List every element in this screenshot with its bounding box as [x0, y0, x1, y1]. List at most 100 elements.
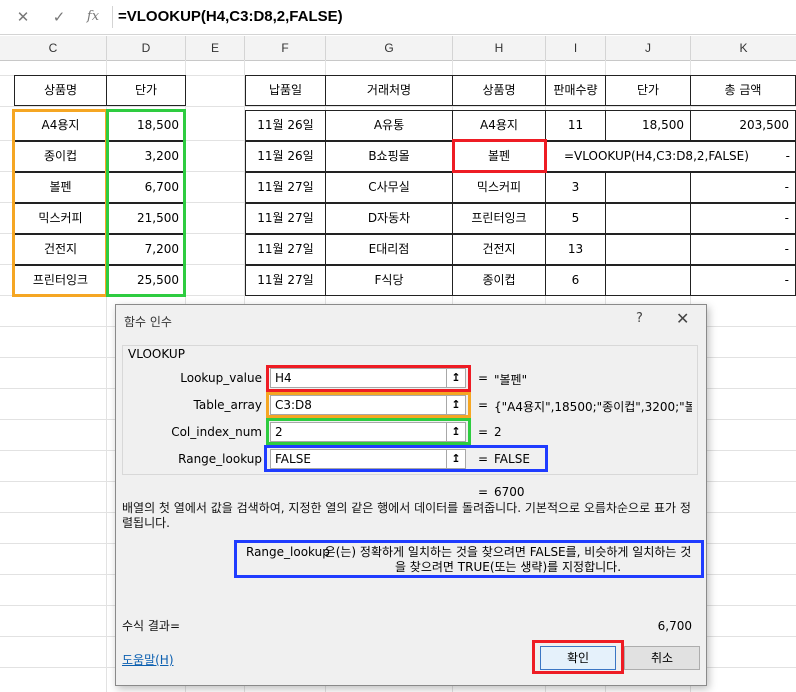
sales-cell[interactable]: 종이컵 [452, 265, 546, 296]
col-header-E[interactable]: E [186, 36, 245, 61]
price-cell-name-2[interactable]: 종이컵 [14, 141, 107, 172]
sales-cell[interactable]: 6 [545, 265, 606, 296]
function-result: 6700 [494, 485, 525, 499]
sales-cell[interactable]: 건전지 [452, 234, 546, 265]
col-header-F[interactable]: F [245, 36, 326, 61]
sales-cell[interactable]: 11월 27일 [245, 234, 326, 265]
sales-header-qty[interactable]: 판매수량 [545, 75, 606, 106]
sales-cell[interactable] [605, 265, 691, 296]
arg-label-lookup-value: Lookup_value [180, 371, 262, 385]
sales-cell[interactable]: 18,500 [605, 110, 691, 141]
sales-cell[interactable]: 믹스커피 [452, 172, 546, 203]
col-header-J[interactable]: J [606, 36, 691, 61]
sales-cell[interactable]: 볼펜 [452, 141, 546, 172]
col-header-H[interactable]: H [453, 36, 546, 61]
dialog-title: 함수 인수 [124, 315, 172, 329]
sales-cell[interactable]: 11월 27일 [245, 203, 326, 234]
sales-cell[interactable]: E대리점 [325, 234, 453, 265]
cancel-icon[interactable]: ✕ [12, 6, 34, 28]
price-cell-price-2[interactable]: 3,200 [106, 141, 186, 172]
price-cell-name-6[interactable]: 프린터잉크 [14, 265, 107, 296]
equals-sign: = [478, 452, 489, 466]
sales-cell[interactable]: 203,500 [690, 110, 796, 141]
equals-sign: = [478, 425, 489, 439]
sales-cell[interactable]: 11월 27일 [245, 265, 326, 296]
equals-sign: = [478, 371, 489, 385]
help-link[interactable]: 도움말(H) [122, 651, 174, 668]
collapse-icon[interactable]: ↥ [446, 450, 465, 468]
help-icon[interactable]: ? [636, 311, 643, 326]
enter-icon[interactable]: ✓ [48, 6, 70, 28]
cancel-button[interactable]: 취소 [624, 646, 700, 670]
collapse-icon[interactable]: ↥ [446, 369, 465, 387]
price-cell-price-4[interactable]: 21,500 [106, 203, 186, 234]
argument-description: Range_lookup은(는) 정확하게 일치하는 것을 찾으려면 FALSE… [246, 545, 698, 575]
sales-cell[interactable]: - [690, 234, 796, 265]
editing-cell-formula[interactable]: =VLOOKUP(H4,C3:D8,2,FALSE) [545, 141, 796, 172]
col-index-text: 2 [275, 425, 283, 439]
sales-cell[interactable]: B쇼핑몰 [325, 141, 453, 172]
lookup-value-input[interactable]: H4 [270, 368, 466, 388]
arg-result-lookup-value: "볼펜" [494, 373, 528, 387]
sales-cell[interactable]: 3 [545, 172, 606, 203]
formula-input[interactable]: =VLOOKUP(H4,C3:D8,2,FALSE) [118, 8, 343, 25]
sales-cell[interactable]: - [690, 265, 796, 296]
price-cell-name-5[interactable]: 건전지 [14, 234, 107, 265]
arg-label-table-array: Table_array [193, 398, 263, 412]
formula-bar: ✕ ✓ fx =VLOOKUP(H4,C3:D8,2,FALSE) [0, 0, 796, 35]
formula-result-label: 수식 결과= [122, 619, 181, 633]
sales-cell[interactable]: 11월 27일 [245, 172, 326, 203]
close-icon[interactable]: ✕ [676, 309, 689, 328]
sales-cell[interactable]: 프린터잉크 [452, 203, 546, 234]
sales-cell[interactable]: 13 [545, 234, 606, 265]
sales-header-price[interactable]: 단가 [605, 75, 691, 106]
sales-cell[interactable] [605, 172, 691, 203]
equals-sign: = [478, 398, 489, 412]
price-cell-name-3[interactable]: 볼펜 [14, 172, 107, 203]
sales-cell[interactable] [605, 203, 691, 234]
lookup-value-text: H4 [275, 371, 292, 385]
price-cell-price-1[interactable]: 18,500 [106, 110, 186, 141]
price-cell-name-4[interactable]: 믹스커피 [14, 203, 107, 234]
price-header-name[interactable]: 상품명 [14, 75, 107, 106]
sales-header-client[interactable]: 거래처명 [325, 75, 453, 106]
col-header-D[interactable]: D [107, 36, 186, 61]
col-index-input[interactable]: 2 [270, 422, 466, 442]
collapse-icon[interactable]: ↥ [446, 423, 465, 441]
sales-cell[interactable] [605, 234, 691, 265]
sales-cell[interactable]: A4용지 [452, 110, 546, 141]
sales-cell[interactable]: A유통 [325, 110, 453, 141]
table-array-input[interactable]: C3:D8 [270, 395, 466, 415]
col-header-K[interactable]: K [691, 36, 796, 61]
sales-cell[interactable]: F식당 [325, 265, 453, 296]
sales-cell: - [785, 149, 790, 163]
sales-cell[interactable]: 11월 26일 [245, 141, 326, 172]
col-header-I[interactable]: I [546, 36, 606, 61]
price-cell-price-3[interactable]: 6,700 [106, 172, 186, 203]
collapse-icon[interactable]: ↥ [446, 396, 465, 414]
sales-header-product[interactable]: 상품명 [452, 75, 546, 106]
argument-description-name: Range_lookup [246, 545, 330, 559]
price-cell-price-5[interactable]: 7,200 [106, 234, 186, 265]
sales-cell[interactable]: 5 [545, 203, 606, 234]
price-header-price[interactable]: 단가 [106, 75, 186, 106]
sales-cell[interactable]: C사무실 [325, 172, 453, 203]
range-lookup-input[interactable]: FALSE [270, 449, 466, 469]
sales-cell[interactable]: - [690, 203, 796, 234]
price-cell-price-6[interactable]: 25,500 [106, 265, 186, 296]
sales-cell[interactable]: 11월 26일 [245, 110, 326, 141]
sales-cell[interactable]: D자동차 [325, 203, 453, 234]
sales-header-date[interactable]: 납품일 [245, 75, 326, 106]
sales-header-total[interactable]: 총 금액 [690, 75, 796, 106]
sales-cell[interactable]: 11 [545, 110, 606, 141]
col-header-G[interactable]: G [326, 36, 453, 61]
function-arguments-dialog: 함수 인수 ? ✕ VLOOKUP Lookup_value H4 ↥ = "볼… [115, 304, 707, 686]
insert-function-icon[interactable]: fx [82, 6, 104, 28]
ok-button[interactable]: 확인 [540, 646, 616, 670]
arg-result-range-lookup: FALSE [494, 452, 530, 466]
price-cell-name-1[interactable]: A4용지 [14, 110, 107, 141]
arg-result-col-index: 2 [494, 425, 502, 439]
col-header-C[interactable]: C [0, 36, 107, 61]
argument-description-text: 은(는) 정확하게 일치하는 것을 찾으려면 FALSE를, 비슷하게 일치하는… [324, 545, 692, 574]
sales-cell[interactable]: - [690, 172, 796, 203]
